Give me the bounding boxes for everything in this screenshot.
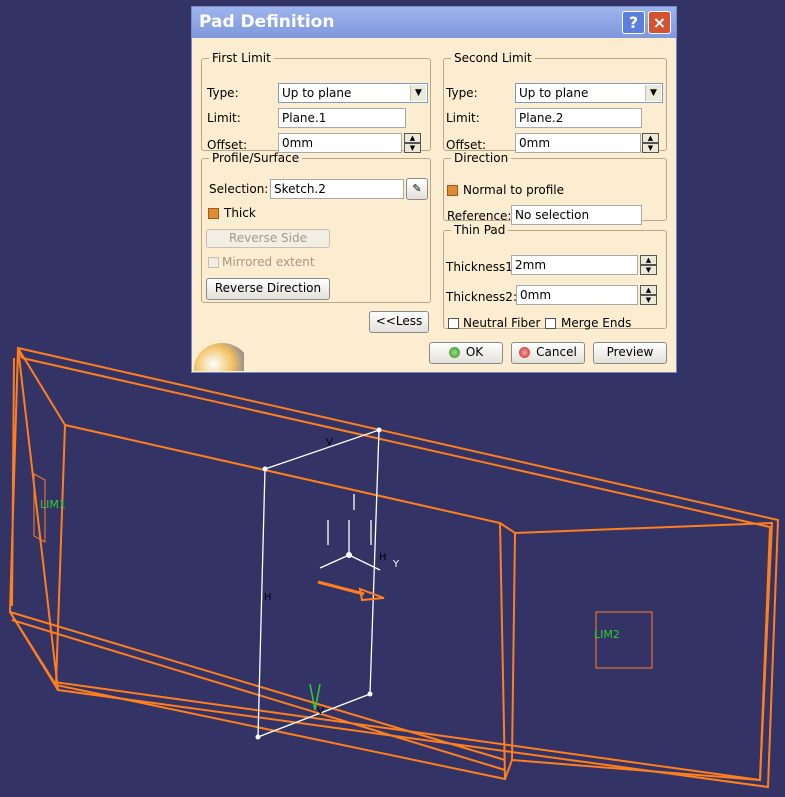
pad-definition-dialog: Pad Definition ? × First Limit Type: Up … — [191, 6, 677, 373]
limit-planes — [33, 473, 653, 669]
thickness1-field[interactable]: 2mm — [511, 255, 638, 275]
second-limit-field[interactable]: Plane.2 — [515, 108, 642, 128]
profile-surface-group: Profile/Surface Selection: Sketch.2 ✎ Th… — [201, 151, 431, 303]
second-limit-group: Second Limit Type: Up to plane ▼ Limit: … — [443, 51, 667, 153]
thickness1-spinner[interactable]: ▲ ▼ — [640, 255, 657, 275]
direction-legend: Direction — [454, 151, 509, 165]
thickness1-label: Thickness1 — [446, 260, 513, 274]
spin-up-icon[interactable]: ▲ — [642, 133, 659, 143]
selection-label: Selection: — [209, 182, 269, 196]
first-offset-field[interactable]: 0mm — [278, 133, 402, 153]
close-button[interactable]: × — [648, 11, 671, 34]
merge-ends-label: Merge Ends — [561, 316, 632, 330]
limit1-label: LIM1 — [40, 498, 66, 511]
first-limit-field[interactable]: Plane.1 — [278, 108, 406, 128]
selection-field[interactable]: Sketch.2 — [270, 179, 404, 199]
chevron-down-icon[interactable]: ▼ — [645, 85, 661, 101]
reference-label: Reference: — [447, 209, 512, 223]
cancel-label: Cancel — [536, 345, 577, 359]
mirrored-extent-checkbox[interactable] — [208, 257, 219, 268]
limit2-label: LIM2 — [594, 628, 620, 641]
second-offset-field[interactable]: 0mm — [515, 133, 641, 153]
profile-legend: Profile/Surface — [212, 151, 300, 165]
chevron-down-icon[interactable]: ▼ — [410, 85, 426, 101]
spin-up-icon[interactable]: ▲ — [404, 133, 421, 143]
first-limit-legend: First Limit — [212, 51, 271, 65]
spin-up-icon[interactable]: ▲ — [640, 285, 657, 295]
dialog-titlebar[interactable]: Pad Definition ? × — [192, 7, 676, 38]
reverse-direction-button[interactable]: Reverse Direction — [206, 278, 330, 300]
spin-down-icon[interactable]: ▼ — [640, 265, 657, 275]
spin-down-icon[interactable]: ▼ — [640, 295, 657, 305]
second-type-label: Type: — [446, 86, 478, 100]
first-limit-label: Limit: — [207, 111, 241, 125]
second-offset-spinner[interactable]: ▲ ▼ — [642, 133, 659, 153]
thick-label: Thick — [224, 206, 256, 220]
first-type-value: Up to plane — [282, 86, 352, 100]
spin-up-icon[interactable]: ▲ — [640, 255, 657, 265]
catia-logo-icon — [194, 343, 244, 371]
ok-button[interactable]: OK — [429, 342, 503, 364]
ok-icon — [448, 347, 460, 358]
thin-pad-legend: Thin Pad — [454, 223, 506, 237]
second-limit-legend: Second Limit — [454, 51, 532, 65]
thickness2-label: Thickness2: — [446, 290, 517, 304]
less-button[interactable]: <<Less — [369, 311, 429, 333]
cancel-icon — [519, 347, 531, 358]
neutral-fiber-checkbox[interactable] — [448, 318, 459, 329]
dialog-title: Pad Definition — [199, 12, 335, 32]
merge-ends-checkbox[interactable] — [545, 318, 556, 329]
thickness2-field[interactable]: 0mm — [516, 285, 638, 305]
sketcher-icon[interactable]: ✎ — [406, 178, 428, 200]
axis-y-label: Y — [392, 559, 400, 570]
ok-label: OK — [465, 345, 484, 359]
first-limit-group: First Limit Type: Up to plane ▼ Limit: P… — [201, 51, 431, 153]
reference-field[interactable]: No selection — [511, 205, 642, 225]
constraint-h-small: H — [379, 552, 387, 563]
first-offset-label: Offset: — [207, 138, 248, 152]
constraint-h-left: H — [264, 592, 272, 603]
constraint-v-top: V — [326, 437, 333, 448]
normal-to-profile-checkbox[interactable] — [447, 185, 458, 196]
neutral-fiber-label: Neutral Fiber — [463, 316, 541, 330]
second-type-value: Up to plane — [519, 86, 589, 100]
thin-pad-group: Thin Pad Thickness1 2mm ▲ ▼ Thickness2: 0… — [443, 223, 667, 330]
reverse-side-button[interactable]: Reverse Side — [206, 229, 330, 248]
first-type-label: Type: — [207, 86, 239, 100]
direction-group: Direction Normal to profile Reference: N… — [443, 151, 667, 225]
first-type-combo[interactable]: Up to plane ▼ — [278, 83, 428, 103]
normal-to-profile-label: Normal to profile — [463, 183, 564, 197]
second-offset-label: Offset: — [446, 138, 487, 152]
cancel-button[interactable]: Cancel — [511, 342, 585, 364]
help-button[interactable]: ? — [622, 11, 645, 34]
first-offset-spinner[interactable]: ▲ ▼ — [404, 133, 421, 153]
constraint-v-bottom: V — [317, 706, 324, 717]
thickness2-spinner[interactable]: ▲ ▼ — [640, 285, 657, 305]
second-limit-label: Limit: — [446, 111, 480, 125]
mirrored-extent-label: Mirrored extent — [222, 255, 315, 269]
second-type-combo[interactable]: Up to plane ▼ — [515, 83, 663, 103]
preview-button[interactable]: Preview — [593, 342, 667, 364]
thick-checkbox[interactable] — [208, 208, 219, 219]
